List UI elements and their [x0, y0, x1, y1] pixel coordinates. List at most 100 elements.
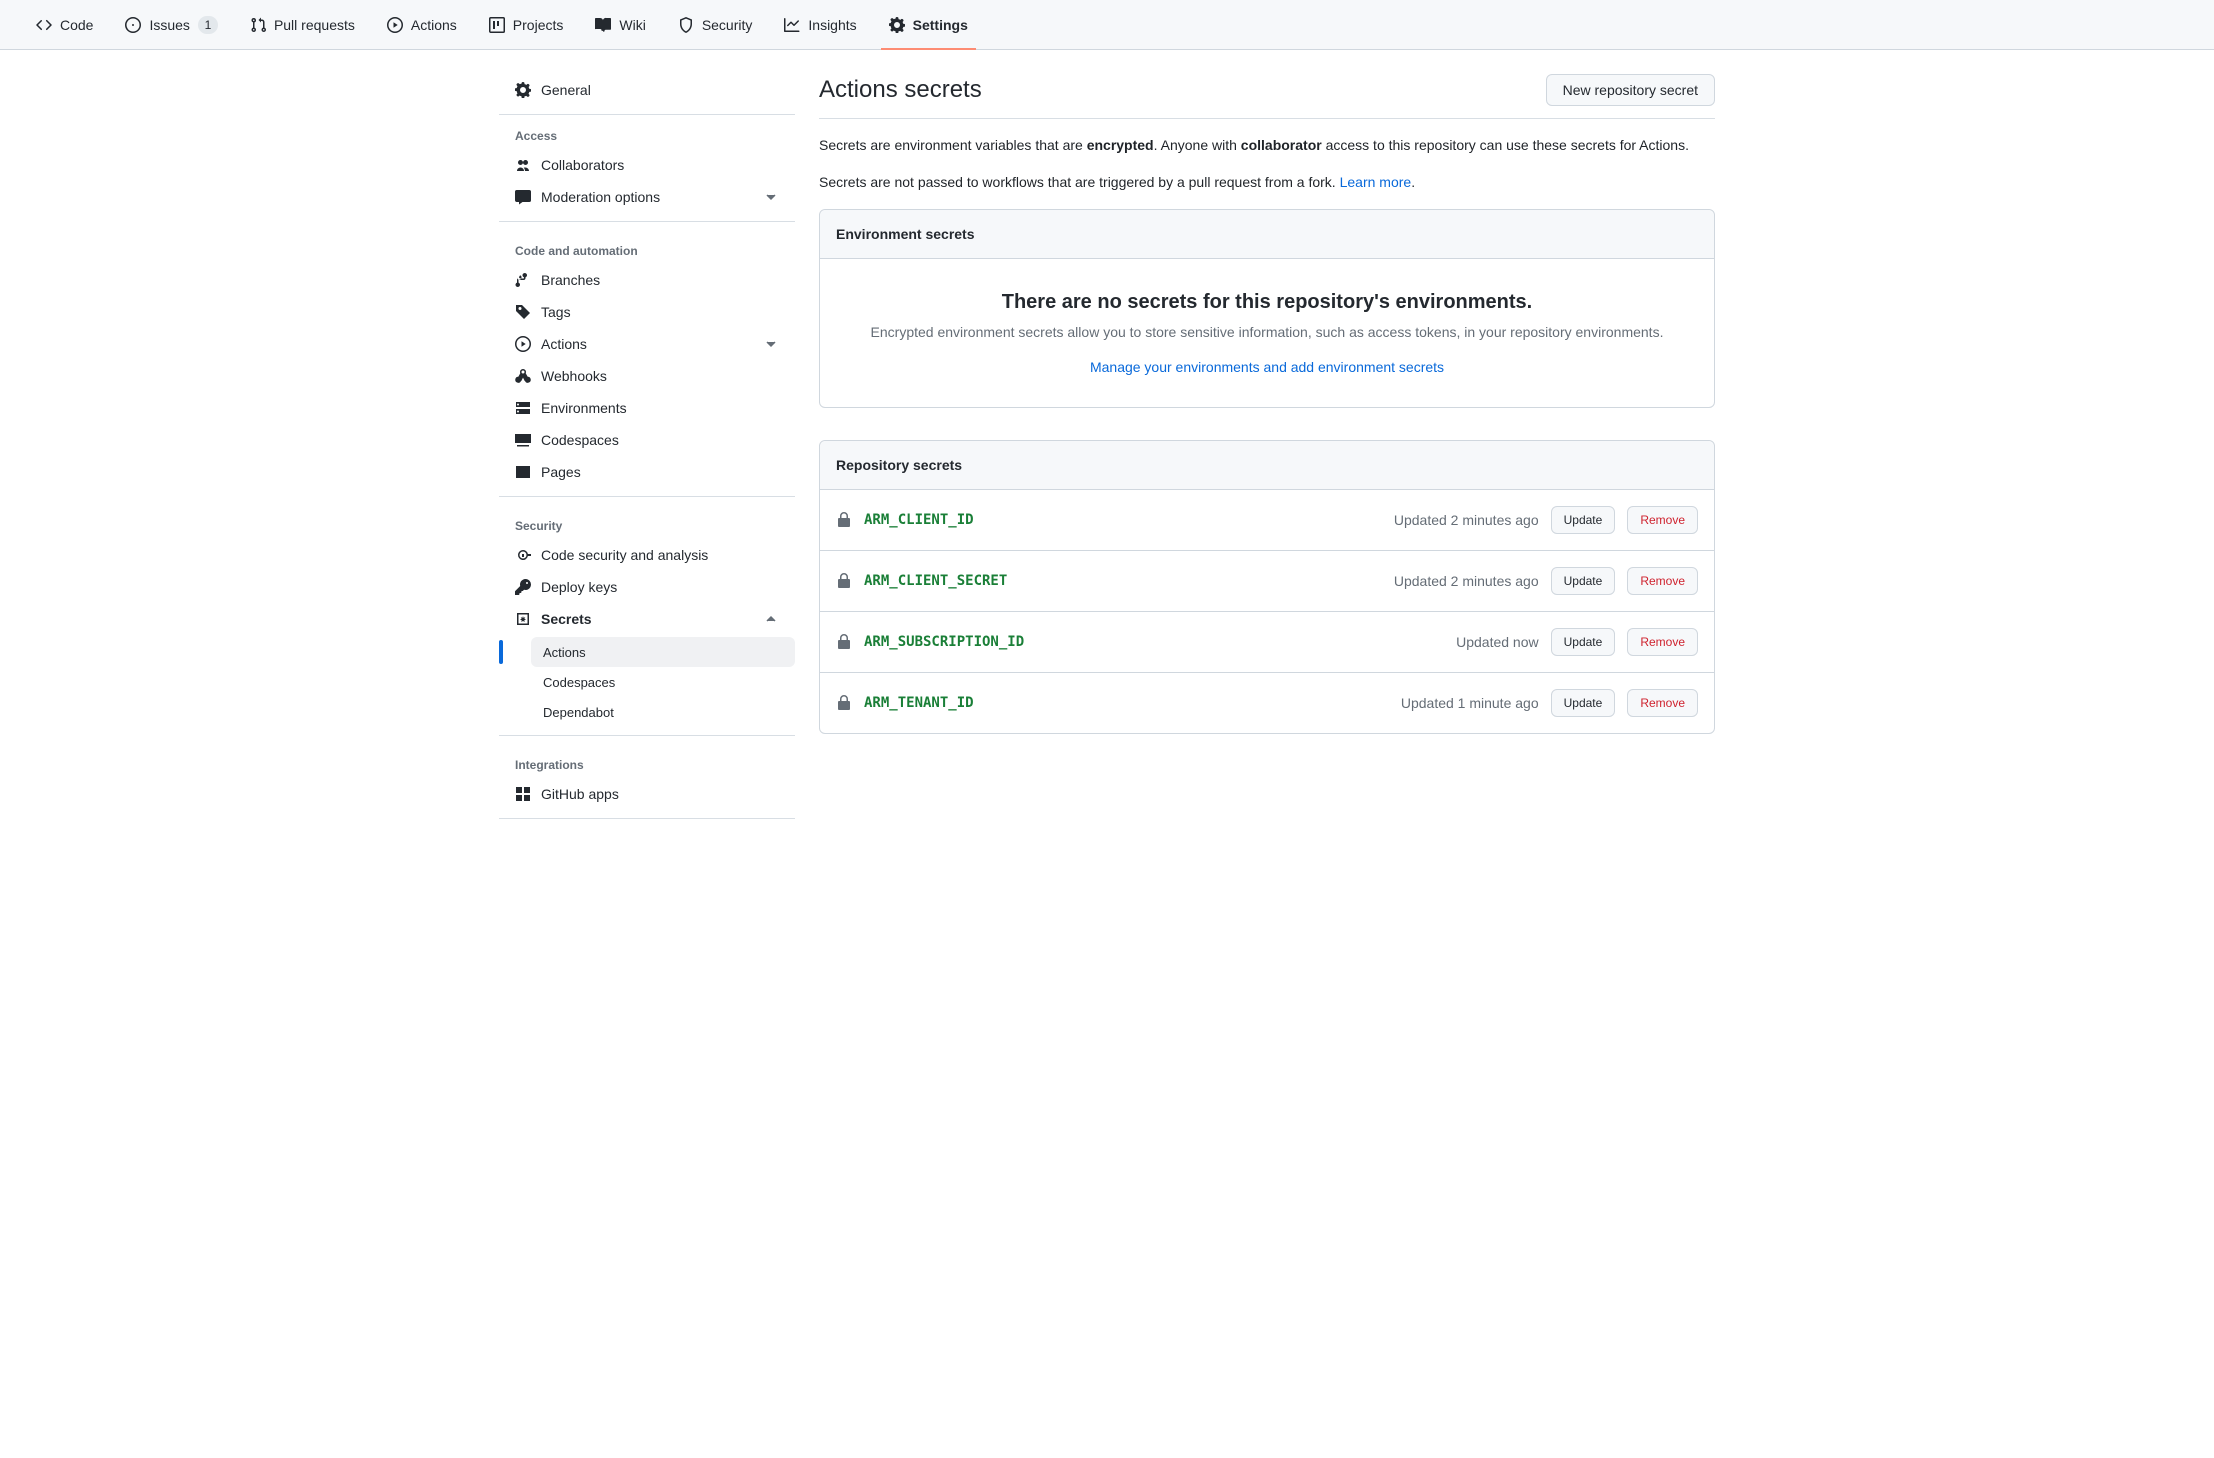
topnav-label: Settings [913, 17, 968, 33]
secret-row: ARM_CLIENT_SECRET Updated 2 minutes ago … [820, 550, 1714, 611]
code-icon [36, 17, 52, 33]
sidebar-item-collaborators[interactable]: Collaborators [499, 149, 795, 181]
codespace-icon [515, 432, 531, 448]
tag-icon [515, 304, 531, 320]
repository-secrets-panel: Repository secrets ARM_CLIENT_ID Updated… [819, 440, 1715, 734]
sidebar-item-github-apps[interactable]: GitHub apps [499, 778, 795, 810]
sidebar-item-moderation-options[interactable]: Moderation options [499, 181, 795, 213]
sidebar-item-actions[interactable]: Actions [499, 328, 795, 360]
topnav-item-pull-requests[interactable]: Pull requests [238, 0, 367, 49]
secret-row: ARM_TENANT_ID Updated 1 minute ago Updat… [820, 672, 1714, 733]
topnav-item-security[interactable]: Security [666, 0, 765, 49]
update-secret-button[interactable]: Update [1551, 689, 1616, 717]
sidebar-item-code-security-and-analysis[interactable]: Code security and analysis [499, 539, 795, 571]
sidebar-item-label: Webhooks [541, 368, 779, 384]
secret-name: ARM_CLIENT_ID [864, 512, 1382, 528]
sidebar-item-pages[interactable]: Pages [499, 456, 795, 488]
sidebar-item-label: Actions [543, 645, 779, 660]
new-repository-secret-button[interactable]: New repository secret [1546, 74, 1715, 106]
topnav-item-issues[interactable]: Issues 1 [113, 0, 229, 49]
topnav-label: Projects [513, 17, 564, 33]
asterisk-icon [515, 611, 531, 627]
sidebar-item-label: Actions [541, 336, 753, 352]
update-secret-button[interactable]: Update [1551, 506, 1616, 534]
learn-more-link[interactable]: Learn more [1340, 174, 1412, 190]
issue-count-badge: 1 [198, 16, 218, 34]
panel-header: Environment secrets [820, 210, 1714, 259]
sidebar-item-tags[interactable]: Tags [499, 296, 795, 328]
empty-state-title: There are no secrets for this repository… [860, 291, 1674, 314]
shield-icon [678, 17, 694, 33]
sidebar-item-label: Code security and analysis [541, 547, 779, 563]
sidebar-item-general[interactable]: General [499, 74, 795, 106]
sidebar-item-label: Codespaces [543, 675, 779, 690]
sidebar-item-webhooks[interactable]: Webhooks [499, 360, 795, 392]
main-content: Actions secrets New repository secret Se… [819, 74, 1715, 819]
play-icon [515, 336, 531, 352]
book-icon [595, 17, 611, 33]
sidebar-heading: Integrations [499, 744, 795, 778]
sidebar-item-secrets[interactable]: Secrets [499, 603, 795, 635]
remove-secret-button[interactable]: Remove [1627, 506, 1698, 534]
topnav-label: Wiki [619, 17, 645, 33]
remove-secret-button[interactable]: Remove [1627, 689, 1698, 717]
settings-sidebar: General Access Collaborators Moderation … [499, 74, 795, 819]
update-secret-button[interactable]: Update [1551, 567, 1616, 595]
sidebar-item-label: Moderation options [541, 189, 753, 205]
graph-icon [784, 17, 800, 33]
secret-updated-time: Updated 1 minute ago [1401, 695, 1539, 711]
server-icon [515, 400, 531, 416]
sidebar-subitem-dependabot[interactable]: Dependabot [531, 697, 795, 727]
secret-updated-time: Updated 2 minutes ago [1394, 512, 1539, 528]
key-icon [515, 579, 531, 595]
secret-name: ARM_TENANT_ID [864, 695, 1389, 711]
secret-name: ARM_SUBSCRIPTION_ID [864, 634, 1444, 650]
project-icon [489, 17, 505, 33]
page-title: Actions secrets [819, 76, 982, 104]
topnav-item-code[interactable]: Code [24, 0, 105, 49]
topnav-item-insights[interactable]: Insights [772, 0, 868, 49]
issue-icon [125, 17, 141, 33]
chevron-up-icon [763, 611, 779, 627]
secret-row: ARM_CLIENT_ID Updated 2 minutes ago Upda… [820, 490, 1714, 550]
topnav-label: Code [60, 17, 93, 33]
sidebar-heading: Code and automation [499, 230, 795, 264]
lock-icon [836, 512, 852, 528]
sidebar-subitem-actions[interactable]: Actions [531, 637, 795, 667]
remove-secret-button[interactable]: Remove [1627, 567, 1698, 595]
sidebar-item-label: Environments [541, 400, 779, 416]
browser-icon [515, 464, 531, 480]
sidebar-item-label: Pages [541, 464, 779, 480]
topnav-item-actions[interactable]: Actions [375, 0, 469, 49]
apps-icon [515, 786, 531, 802]
scan-icon [515, 547, 531, 563]
sidebar-item-label: Collaborators [541, 157, 779, 173]
remove-secret-button[interactable]: Remove [1627, 628, 1698, 656]
sidebar-item-label: Branches [541, 272, 779, 288]
sidebar-item-label: Dependabot [543, 705, 779, 720]
chevron-down-icon [763, 336, 779, 352]
topnav-label: Issues [149, 17, 189, 33]
sidebar-item-deploy-keys[interactable]: Deploy keys [499, 571, 795, 603]
secret-updated-time: Updated now [1456, 634, 1539, 650]
topnav-label: Actions [411, 17, 457, 33]
panel-header: Repository secrets [820, 441, 1714, 490]
sidebar-item-codespaces[interactable]: Codespaces [499, 424, 795, 456]
lock-icon [836, 634, 852, 650]
repo-topnav: Code Issues 1 Pull requests Actions Proje… [0, 0, 2214, 50]
secret-name: ARM_CLIENT_SECRET [864, 573, 1382, 589]
comment-icon [515, 189, 531, 205]
sidebar-heading: Access [499, 115, 795, 149]
sidebar-item-branches[interactable]: Branches [499, 264, 795, 296]
description-2: Secrets are not passed to workflows that… [819, 172, 1715, 193]
topnav-item-projects[interactable]: Projects [477, 0, 576, 49]
sidebar-item-environments[interactable]: Environments [499, 392, 795, 424]
update-secret-button[interactable]: Update [1551, 628, 1616, 656]
topnav-label: Insights [808, 17, 856, 33]
topnav-item-settings[interactable]: Settings [877, 0, 980, 49]
topnav-item-wiki[interactable]: Wiki [583, 0, 657, 49]
manage-environments-link[interactable]: Manage your environments and add environ… [1090, 359, 1444, 375]
sidebar-subitem-codespaces[interactable]: Codespaces [531, 667, 795, 697]
environment-secrets-panel: Environment secrets There are no secrets… [819, 209, 1715, 408]
secret-updated-time: Updated 2 minutes ago [1394, 573, 1539, 589]
